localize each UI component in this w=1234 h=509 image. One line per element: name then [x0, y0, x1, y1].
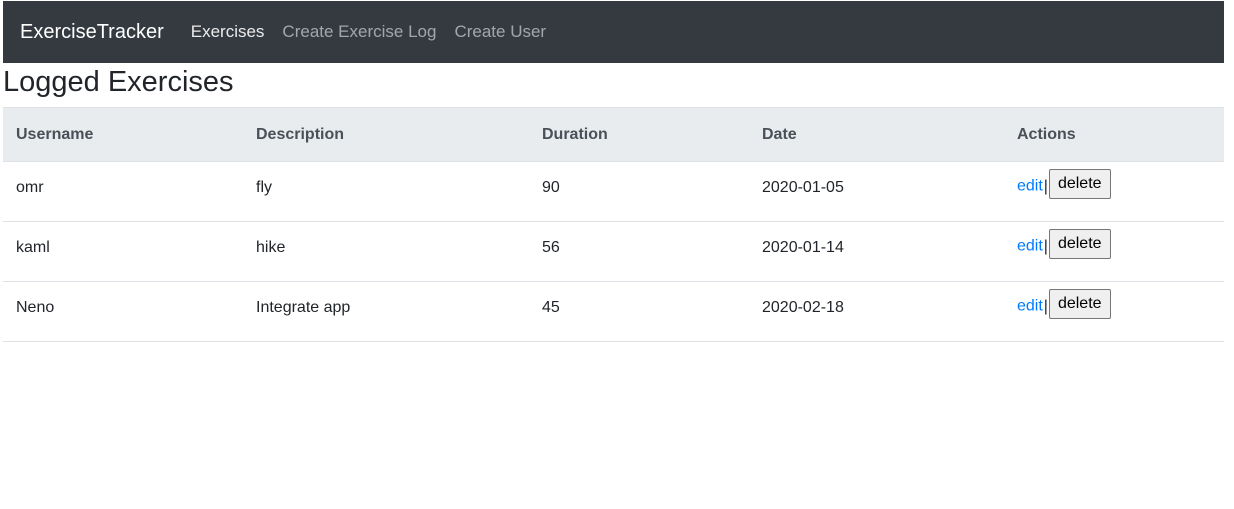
header-actions: Actions	[1004, 107, 1224, 162]
cell-duration: 90	[529, 161, 749, 222]
table-row: Neno Integrate app 45 2020-02-18 edit| de…	[3, 281, 1224, 342]
action-separator: |	[1043, 177, 1048, 195]
page: ExerciseTracker Exercises Create Exercis…	[0, 0, 1234, 509]
edit-link[interactable]: edit	[1017, 298, 1043, 315]
cell-duration: 45	[529, 281, 749, 342]
action-separator: |	[1043, 297, 1048, 315]
table-body: omr fly 90 2020-01-05 edit| delete kaml h…	[3, 161, 1224, 342]
edit-link[interactable]: edit	[1017, 178, 1043, 195]
header-duration: Duration	[529, 107, 749, 162]
cell-description: fly	[243, 161, 529, 222]
cell-actions: edit| delete	[1004, 281, 1224, 342]
cell-actions: edit| delete	[1004, 221, 1224, 282]
cell-username: Neno	[3, 281, 243, 342]
edit-link[interactable]: edit	[1017, 238, 1043, 255]
cell-duration: 56	[529, 221, 749, 282]
cell-actions: edit| delete	[1004, 161, 1224, 222]
cell-username: omr	[3, 161, 243, 222]
page-title: Logged Exercises	[3, 66, 234, 98]
header-date: Date	[749, 107, 1004, 162]
cell-description: hike	[243, 221, 529, 282]
table-row: omr fly 90 2020-01-05 edit| delete	[3, 161, 1224, 222]
delete-button[interactable]: delete	[1048, 229, 1111, 259]
delete-button[interactable]: delete	[1048, 169, 1111, 199]
header-description: Description	[243, 107, 529, 162]
cell-date: 2020-02-18	[749, 281, 1004, 342]
cell-username: kaml	[3, 221, 243, 282]
table-header-row: Username Description Duration Date Actio…	[3, 107, 1224, 162]
nav-link-exercises[interactable]: Exercises	[191, 22, 265, 42]
cell-description: Integrate app	[243, 281, 529, 342]
navbar: ExerciseTracker Exercises Create Exercis…	[3, 1, 1224, 63]
header-username: Username	[3, 107, 243, 162]
nav-link-create-user[interactable]: Create User	[454, 22, 546, 42]
table-row: kaml hike 56 2020-01-14 edit| delete	[3, 221, 1224, 282]
cell-date: 2020-01-05	[749, 161, 1004, 222]
cell-date: 2020-01-14	[749, 221, 1004, 282]
exercises-table: Username Description Duration Date Actio…	[3, 107, 1224, 342]
delete-button[interactable]: delete	[1048, 289, 1111, 319]
table-header: Username Description Duration Date Actio…	[3, 107, 1224, 162]
nav-link-create-exercise-log[interactable]: Create Exercise Log	[282, 22, 436, 42]
action-separator: |	[1043, 237, 1048, 255]
brand-link[interactable]: ExerciseTracker	[20, 21, 164, 44]
